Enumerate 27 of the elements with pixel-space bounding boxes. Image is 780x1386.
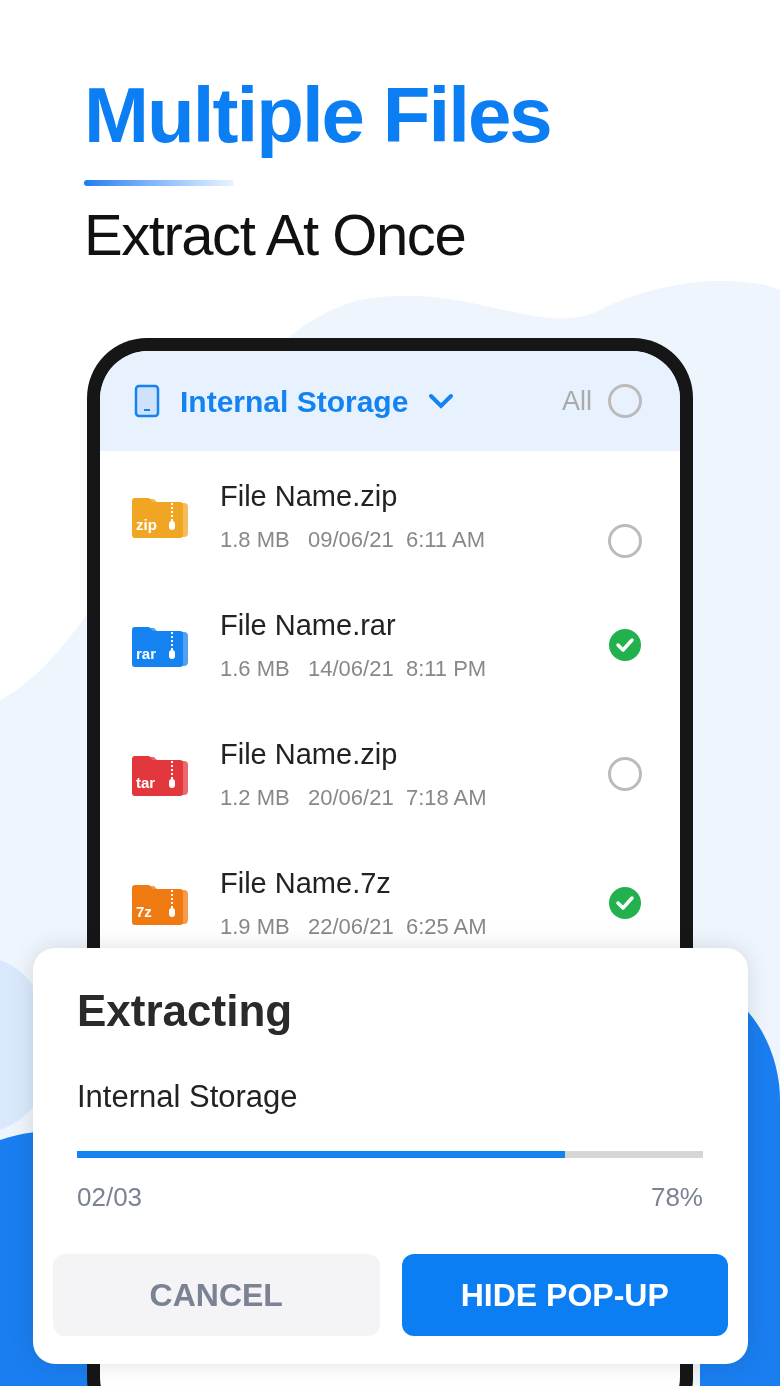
- select-all-label: All: [562, 384, 592, 418]
- headline: Multiple Files: [84, 70, 552, 160]
- file-checkbox[interactable]: [608, 523, 642, 558]
- cancel-button[interactable]: CANCEL: [53, 1254, 380, 1336]
- file-row[interactable]: tar File Name.zip 1.2 MB 20/06/21 7:18 AM: [100, 709, 680, 838]
- dialog-location: Internal Storage: [77, 1078, 299, 1116]
- file-name: File Name.zip: [220, 479, 399, 515]
- file-name: File Name.rar: [220, 608, 397, 644]
- file-meta: 1.2 MB 20/06/21 7:18 AM: [220, 783, 488, 812]
- file-checkbox[interactable]: [608, 627, 642, 662]
- file-checkbox[interactable]: [608, 756, 642, 791]
- file-row[interactable]: rar File Name.rar 1.6 MB 14/06/21 8:11 PM: [100, 580, 680, 709]
- file-checkbox[interactable]: [608, 885, 642, 920]
- file-meta: 1.8 MB 09/06/21 6:11 AM: [220, 525, 486, 554]
- file-row[interactable]: zip File Name.zip 1.8 MB 09/06/21 6:11 AM: [100, 451, 680, 580]
- phone-icon: [134, 384, 160, 418]
- select-all-checkbox[interactable]: [608, 384, 642, 418]
- file-meta: 1.6 MB 14/06/21 8:11 PM: [220, 654, 488, 683]
- chevron-down-icon: [428, 393, 455, 409]
- subheadline: Extract At Once: [84, 201, 467, 269]
- file-name: File Name.7z: [220, 866, 392, 902]
- hide-popup-button[interactable]: HIDE POP-UP: [401, 1254, 728, 1336]
- file-meta: 1.9 MB 22/06/21 6:25 AM: [220, 912, 488, 941]
- progress-percent: 78%: [650, 1180, 703, 1214]
- progress-count: 02/03: [77, 1180, 143, 1214]
- file-name: File Name.zip: [220, 737, 399, 773]
- dialog-title: Extracting: [77, 985, 294, 1037]
